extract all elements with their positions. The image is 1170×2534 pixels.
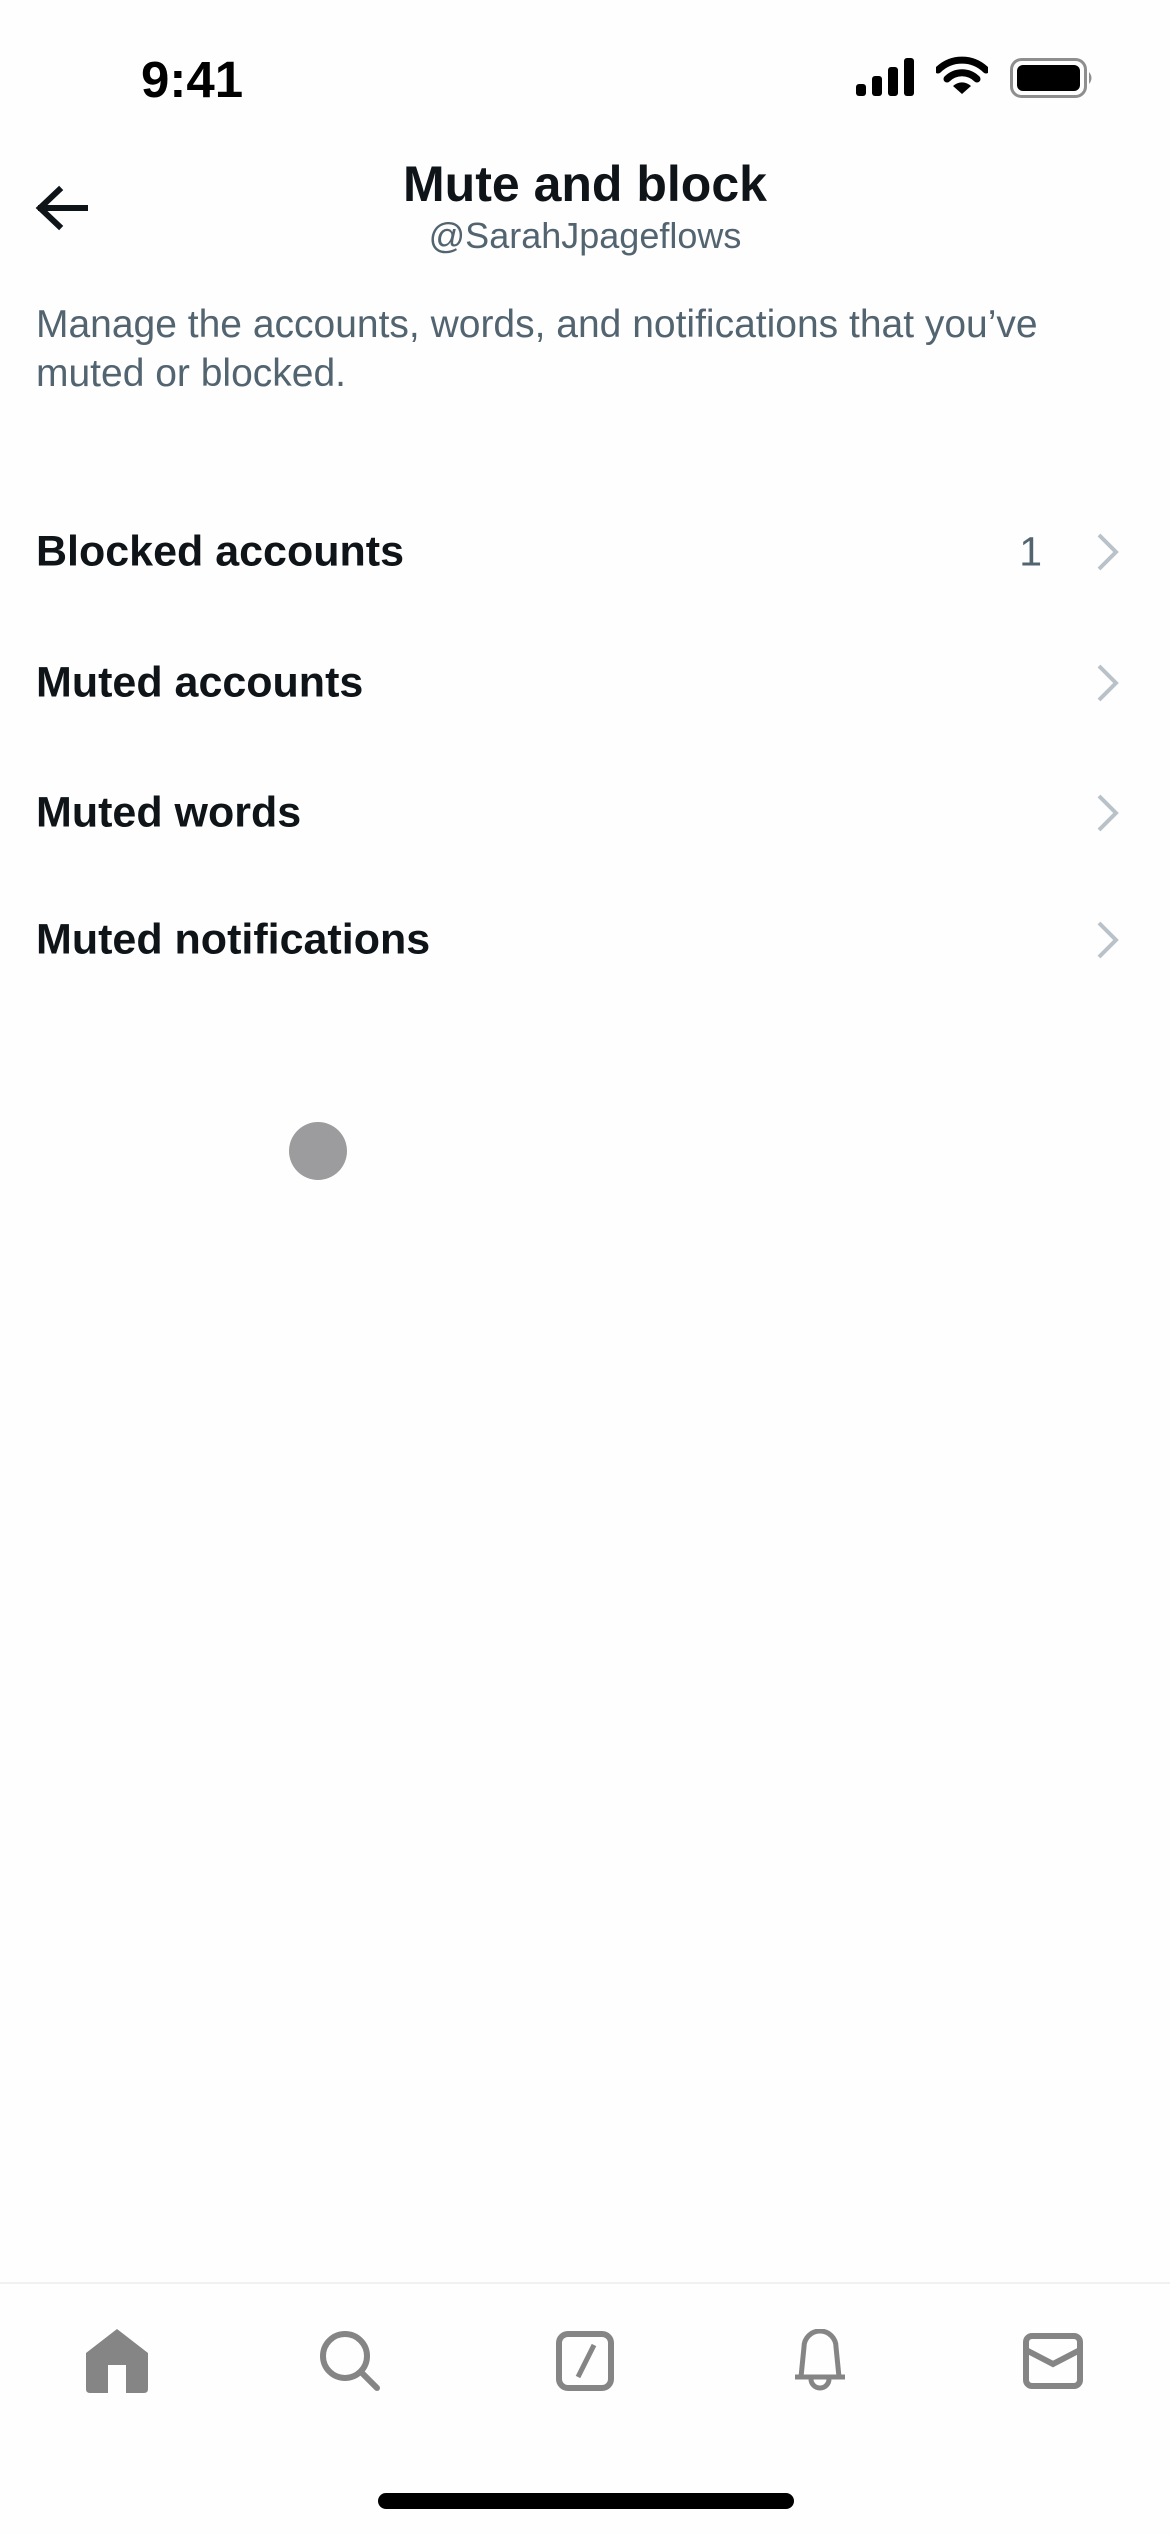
bell-icon (795, 2329, 845, 2391)
muted-accounts-row[interactable]: Muted accounts (0, 619, 1170, 747)
row-label: Muted words (36, 788, 302, 837)
battery-icon (1010, 58, 1092, 98)
wifi-icon (936, 56, 988, 94)
tab-home[interactable] (77, 2324, 157, 2398)
tab-notifications[interactable] (780, 2324, 860, 2398)
chevron-right-icon (1097, 664, 1119, 702)
account-handle: @SarahJpageflows (428, 215, 742, 256)
home-indicator[interactable] (378, 2493, 794, 2509)
page-description: Manage the accounts, words, and notifica… (36, 303, 1038, 395)
muted-words-row[interactable]: Muted words (0, 749, 1170, 877)
touch-indicator (289, 1122, 347, 1180)
chevron-right-icon (1097, 921, 1119, 959)
blocked-count: 1 (1019, 528, 1042, 575)
status-time: 9:41 (141, 51, 244, 108)
blocked-accounts-row[interactable]: Blocked accounts 1 (0, 488, 1170, 616)
muted-notifications-row[interactable]: Muted notifications (0, 876, 1170, 1004)
tab-search[interactable] (310, 2324, 390, 2398)
mail-icon (1023, 2333, 1083, 2389)
tab-messages[interactable] (1013, 2324, 1093, 2398)
search-icon (320, 2331, 380, 2391)
cellular-signal-icon (856, 58, 914, 96)
tab-grok[interactable] (545, 2324, 625, 2398)
row-label: Blocked accounts (36, 527, 404, 576)
grok-icon (556, 2331, 614, 2391)
chevron-right-icon (1097, 794, 1119, 832)
page-title: Mute and block (403, 156, 767, 212)
home-icon (86, 2329, 148, 2393)
row-label: Muted accounts (36, 658, 364, 707)
row-label: Muted notifications (36, 915, 431, 964)
chevron-right-icon (1097, 533, 1119, 571)
